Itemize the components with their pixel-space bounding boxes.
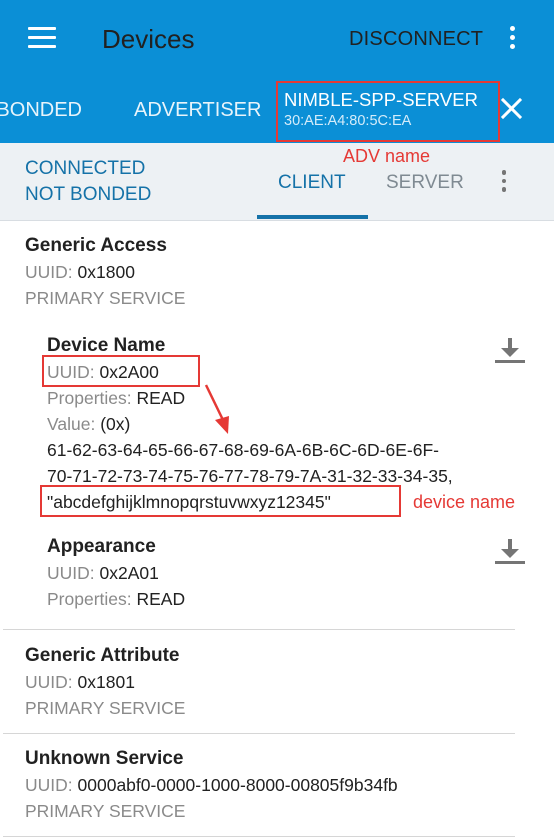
annotation-arrow [204,384,229,434]
